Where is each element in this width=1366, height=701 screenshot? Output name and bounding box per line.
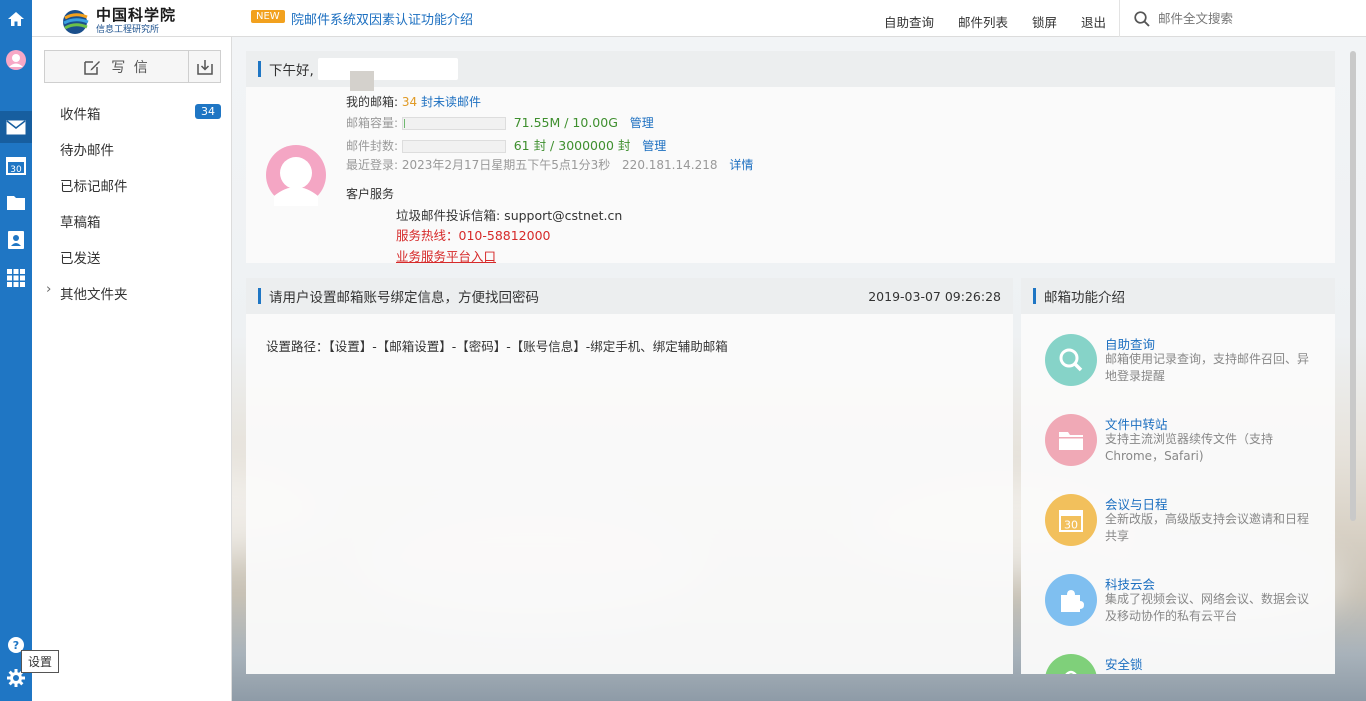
home-icon[interactable] <box>0 3 32 35</box>
mailbox-status: 我的邮箱: 34 封未读邮件 <box>346 93 481 110</box>
features-panel: 邮箱功能介绍 自助查询 邮箱使用记录查询，支持邮件召回、异地登录提醒 文件中转站… <box>1021 278 1335 674</box>
notice-title[interactable]: 请用户设置邮箱账号绑定信息，方便找回密码 <box>269 286 539 306</box>
capacity-value: 71.55M / 10.00G <box>513 115 618 130</box>
search-input[interactable] <box>1158 11 1338 26</box>
notice-body: 设置路径：【设置】-【邮箱设置】-【密码】-【账号信息】-绑定手机、绑定辅助邮箱 <box>266 339 728 354</box>
welcome-header: 下午好, <box>246 51 1335 87</box>
service-hotline: 服务热线：010-58812000 <box>396 228 551 243</box>
folder-inbox[interactable]: 收件箱 <box>60 103 101 123</box>
user-avatar <box>265 144 327 206</box>
capacity-gauge <box>401 117 506 130</box>
logo-emblem-icon <box>63 10 89 34</box>
puzzle-icon <box>1045 574 1097 626</box>
folder-label: 待办邮件 <box>60 143 114 159</box>
folder-others[interactable]: › 其他文件夹 <box>46 281 128 303</box>
header-accent-bar <box>1033 288 1036 304</box>
expand-chevron-icon[interactable]: › <box>46 281 51 297</box>
feature-desc: 集成了视频会议、网络会议、数据会议及移动协作的私有云平台 <box>1105 592 1310 623</box>
mailbox-label: 我的邮箱: <box>346 95 399 109</box>
compose-label: 写 信 <box>111 59 150 76</box>
inbox-unread-badge: 34 <box>195 104 221 119</box>
count-manage-link[interactable]: 管理 <box>642 139 666 153</box>
capacity-gauge-fill <box>403 119 405 128</box>
calendar-icon: 30 <box>1045 494 1097 546</box>
notice-header: 请用户设置邮箱账号绑定信息，方便找回密码 2019-03-07 09:26:28 <box>246 278 1013 314</box>
folder-label: 收件箱 <box>60 107 101 123</box>
folder-label: 已发送 <box>60 251 101 267</box>
feature-desc: 全新改版，高级版支持会议邀请和日程共享 <box>1105 512 1310 543</box>
search-icon <box>1045 334 1097 386</box>
welcome-panel: 下午好, 我的邮箱: 34 封未读邮件 邮箱容量: 71.55M / 10.00… <box>246 51 1335 265</box>
header-accent-bar <box>258 288 261 304</box>
nav-self-query[interactable]: 自助查询 <box>884 12 934 31</box>
capacity-label: 邮箱容量: <box>346 116 399 130</box>
nav-mail-list[interactable]: 邮件列表 <box>958 12 1008 31</box>
folder-icon <box>1045 414 1097 466</box>
edit-icon <box>84 60 101 75</box>
top-nav: 自助查询 邮件列表 锁屏 退出 <box>884 12 1130 31</box>
settings-tooltip: 设置 <box>21 650 60 673</box>
folder-starred[interactable]: 已标记邮件 <box>60 175 128 195</box>
last-login-ip: 220.181.14.218 <box>622 158 718 172</box>
count-value: 61 封 / 3000000 封 <box>513 138 631 153</box>
compose-button[interactable]: 写 信 <box>45 51 188 82</box>
folder-sent[interactable]: 已发送 <box>60 247 101 267</box>
feature-desc: 支持主流浏览器续传文件（支持Chrome，Safari) <box>1105 432 1274 463</box>
logo-title: 中国科学院 <box>96 5 177 24</box>
unread-link[interactable]: 封未读邮件 <box>421 95 481 109</box>
mail-icon[interactable] <box>0 111 32 143</box>
service-title: 客户服务 <box>346 187 395 201</box>
folder-drafts[interactable]: 草稿箱 <box>60 211 101 231</box>
capacity-row: 邮箱容量: 71.55M / 10.00G 管理 <box>346 114 654 131</box>
count-label: 邮件封数: <box>346 139 399 153</box>
calendar-number: 30 <box>10 165 22 175</box>
nav-logout[interactable]: 退出 <box>1081 12 1106 31</box>
folder-label: 已标记邮件 <box>60 179 128 195</box>
compose-group: 写 信 <box>44 50 221 83</box>
feature-desc: 邮箱使用记录查询，支持邮件召回、异地登录提醒 <box>1105 352 1310 383</box>
redacted-username <box>317 58 458 80</box>
announcement-link[interactable]: 院邮件系统双因素认证功能介绍 <box>291 9 473 28</box>
search-icon[interactable] <box>1134 10 1150 27</box>
last-login-row: 最近登录: 2023年2月17日星期五下午5点1分3秒 220.181.14.2… <box>346 156 753 173</box>
receive-button[interactable] <box>188 51 220 82</box>
left-icon-rail: 30 ? <box>0 0 32 701</box>
unread-count: 34 <box>401 95 418 109</box>
nav-lock-screen[interactable]: 锁屏 <box>1032 12 1057 31</box>
download-icon <box>196 59 213 75</box>
calendar-icon[interactable]: 30 <box>0 149 32 181</box>
complaint-mailbox: 垃圾邮件投诉信箱: support@cstnet.cn <box>396 208 623 223</box>
count-gauge <box>401 140 506 153</box>
notice-date: 2019-03-07 09:26:28 <box>868 288 1001 304</box>
folder-icon[interactable] <box>0 186 32 218</box>
new-badge: NEW <box>251 10 285 23</box>
features-title: 邮箱功能介绍 <box>1044 290 1125 306</box>
capacity-manage-link[interactable]: 管理 <box>630 116 654 130</box>
svg-text:?: ? <box>13 639 19 652</box>
folder-label: 其他文件夹 <box>60 287 128 303</box>
apps-icon[interactable] <box>0 262 32 294</box>
header-accent-bar <box>258 61 261 77</box>
page-scrollbar[interactable] <box>1350 51 1356 521</box>
features-header: 邮箱功能介绍 <box>1021 278 1335 314</box>
folder-todo[interactable]: 待办邮件 <box>60 139 114 159</box>
search-box <box>1119 0 1366 37</box>
contacts-icon[interactable] <box>0 224 32 256</box>
notice-panel: 请用户设置邮箱账号绑定信息，方便找回密码 2019-03-07 09:26:28… <box>246 278 1013 674</box>
folder-label: 草稿箱 <box>60 215 101 231</box>
folder-sidebar: 写 信 收件箱 34 待办邮件 已标记邮件 草稿箱 已发送 › 其他文件夹 <box>32 37 232 701</box>
service-portal-link[interactable]: 业务服务平台入口 <box>396 246 496 265</box>
lock-icon <box>1045 654 1097 674</box>
avatar-icon[interactable] <box>0 44 32 76</box>
last-login-text: 最近登录: 2023年2月17日星期五下午5点1分3秒 <box>346 158 611 172</box>
calendar-number: 30 <box>1064 519 1078 532</box>
top-bar: 中国科学院 信息工程研究所 NEW 院邮件系统双因素认证功能介绍 自助查询 邮件… <box>32 0 1366 37</box>
feature-title: 安全锁 <box>1105 657 1143 672</box>
count-row: 邮件封数: 61 封 / 3000000 封 管理 <box>346 135 666 154</box>
login-detail-link[interactable]: 详情 <box>729 158 753 172</box>
logo[interactable]: 中国科学院 信息工程研究所 <box>60 7 200 35</box>
greeting-text: 下午好, <box>269 63 314 79</box>
redacted-block <box>350 71 374 91</box>
